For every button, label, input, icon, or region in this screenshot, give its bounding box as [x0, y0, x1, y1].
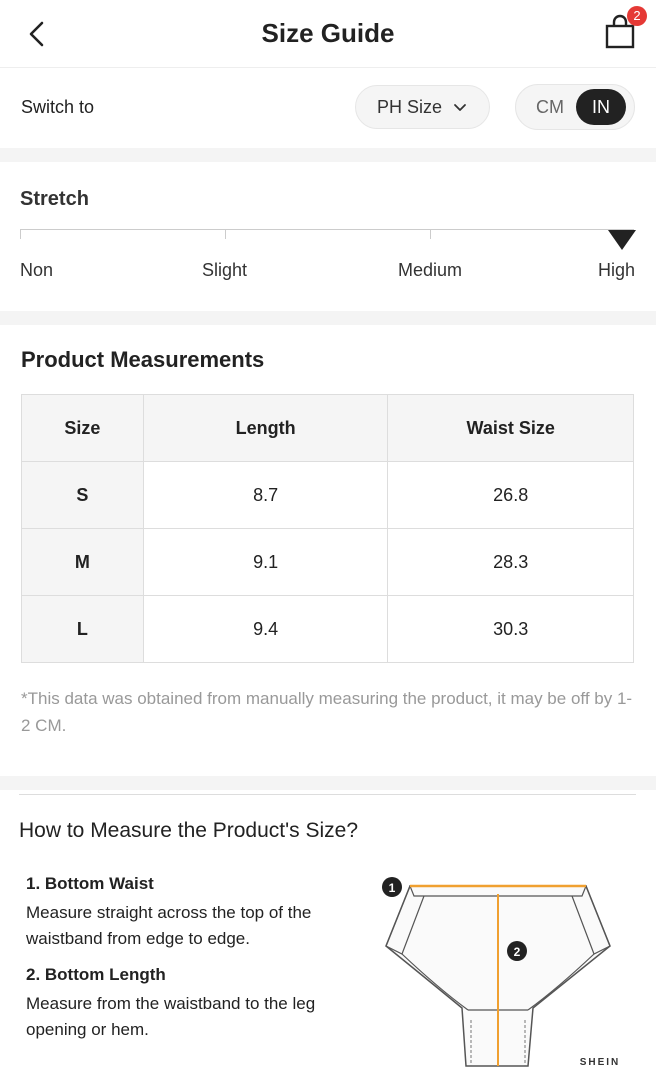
switch-label: Switch to — [21, 97, 95, 117]
page-title: Size Guide — [261, 18, 395, 48]
measurement-diagram: 1 2 SHEIN — [382, 877, 621, 1068]
waist-cell: 26.8 — [387, 461, 634, 529]
length-cell: 9.4 — [142, 595, 389, 663]
unit-cm-option[interactable]: CM — [526, 89, 574, 125]
size-cell: M — [21, 528, 144, 596]
length-cell: 9.1 — [142, 528, 389, 596]
step-desc-bottom-waist: Measure straight across the top of the w… — [26, 903, 312, 948]
measurements-table: Size Length Waist Size S 8.7 26.8 M 9.1 … — [21, 394, 634, 663]
divider — [19, 794, 636, 795]
table-header-row: Size Length Waist Size — [21, 394, 634, 462]
measurement-note: *This data was obtained from manually me… — [21, 689, 633, 735]
table-row: M 9.1 28.3 — [21, 528, 634, 596]
stretch-level-high: High — [598, 260, 636, 280]
brand-label: SHEIN — [580, 1057, 621, 1068]
table-row: S 8.7 26.8 — [21, 461, 634, 529]
chevron-down-icon — [454, 104, 466, 111]
stretch-tick — [20, 229, 21, 239]
stretch-level-medium: Medium — [398, 260, 463, 280]
table-row: L 9.4 30.3 — [21, 595, 634, 663]
size-cell: L — [21, 595, 144, 663]
measurements-title: Product Measurements — [21, 347, 265, 372]
cart-count-badge: 2 — [627, 6, 647, 26]
step-desc-bottom-length: Measure from the waistband to the leg op… — [26, 994, 316, 1039]
section-separator — [0, 148, 656, 162]
marker-1: 1 — [389, 881, 396, 895]
stretch-scale-line — [20, 229, 634, 230]
how-to-measure-title: How to Measure the Product's Size? — [19, 819, 359, 842]
stretch-tick — [430, 229, 431, 239]
unit-in-option[interactable]: IN — [576, 89, 626, 125]
waist-cell: 30.3 — [387, 595, 634, 663]
size-system-dropdown[interactable]: PH Size — [355, 85, 490, 129]
table-header-waist: Waist Size — [387, 394, 634, 462]
unit-toggle: CM IN — [515, 84, 635, 130]
marker-2: 2 — [514, 945, 521, 959]
table-header-size: Size — [21, 394, 144, 462]
table-header-length: Length — [142, 394, 389, 462]
waist-cell: 28.3 — [387, 528, 634, 596]
stretch-level-non: Non — [20, 260, 54, 280]
stretch-title: Stretch — [20, 188, 89, 210]
size-cell: S — [21, 461, 144, 529]
size-system-value: PH Size — [377, 97, 443, 117]
header-bar: Size Guide 2 — [0, 0, 656, 68]
length-cell: 8.7 — [142, 461, 389, 529]
section-separator — [0, 776, 656, 790]
step-title-bottom-waist: 1. Bottom Waist — [26, 874, 154, 893]
stretch-level-slight: Slight — [202, 260, 248, 280]
step-title-bottom-length: 2. Bottom Length — [26, 965, 166, 984]
unit-switch-row: Switch to PH Size CM IN — [0, 68, 656, 148]
stretch-selected-marker — [608, 230, 636, 250]
section-separator — [0, 311, 656, 325]
stretch-tick — [225, 229, 226, 239]
